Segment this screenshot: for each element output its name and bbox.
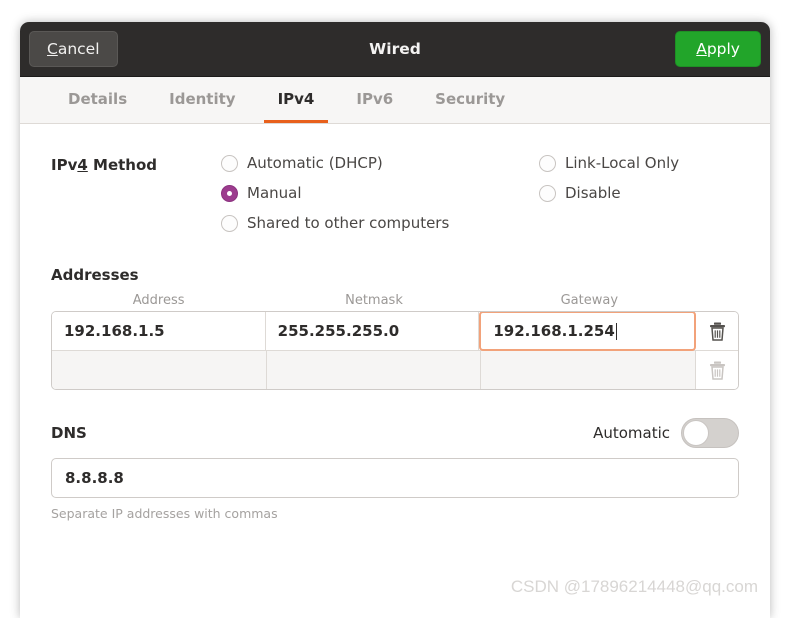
cancel-label-rest: ancel (57, 40, 100, 58)
radio-manual-label: Manual (247, 184, 302, 202)
radio-disable-label: Disable (565, 184, 621, 202)
table-row (52, 350, 738, 389)
dns-servers-value: 8.8.8.8 (65, 469, 124, 487)
ipv4-settings-panel: IPv4 Method Automatic (DHCP) Manual Shar… (20, 124, 770, 618)
radio-disable[interactable]: Disable (539, 184, 679, 202)
radio-link-local-only[interactable]: Link-Local Only (539, 154, 679, 172)
text-cursor (615, 322, 617, 340)
column-header-netmask: Netmask (345, 293, 403, 308)
tab-details-label: Details (68, 89, 128, 108)
radio-link-local-label: Link-Local Only (565, 154, 680, 172)
addresses-table: 192.168.1.5 255.255.255.0 192.168.1.254 (51, 311, 739, 390)
tab-ipv4-label: IPv4 (277, 89, 315, 108)
delete-address-button-row1[interactable] (696, 312, 738, 350)
dns-section: DNS Automatic 8.8.8.8 Separate IP addres… (51, 418, 739, 521)
cancel-mnemonic: C (47, 40, 58, 58)
dns-hint-text: Separate IP addresses with commas (51, 506, 278, 521)
tab-identity[interactable]: Identity (155, 77, 249, 123)
screen: Cancel Wired Apply Details Identity IPv4… (0, 0, 799, 618)
window-title: Wired (369, 40, 421, 58)
ipv4-method-options: Automatic (DHCP) Manual Shared to other … (221, 154, 739, 244)
ipv4-method-options-left: Automatic (DHCP) Manual Shared to other … (221, 154, 539, 244)
radio-manual[interactable]: Manual (221, 184, 539, 202)
tab-details[interactable]: Details (54, 77, 141, 123)
addresses-column-headers: Address Netmask Gateway (51, 293, 739, 308)
ipv4-method-label-after: Method (87, 156, 158, 174)
gateway-value-row1: 192.168.1.254 (493, 322, 615, 340)
radio-mark-icon (539, 154, 556, 172)
network-settings-window: Cancel Wired Apply Details Identity IPv4… (20, 22, 770, 618)
ipv4-method-row: IPv4 Method Automatic (DHCP) Manual Shar… (51, 154, 739, 244)
radio-mark-icon (539, 184, 556, 202)
address-input-row2[interactable] (52, 351, 267, 389)
tab-identity-label: Identity (169, 89, 236, 108)
trash-icon (709, 322, 725, 341)
tab-ipv6[interactable]: IPv6 (342, 77, 407, 123)
dns-header-row: DNS Automatic (51, 418, 739, 448)
apply-mnemonic: A (696, 40, 707, 58)
netmask-input-row1[interactable]: 255.255.255.0 (265, 312, 480, 350)
toggle-knob (683, 420, 709, 446)
ipv4-method-mnemonic: 4 (77, 156, 88, 174)
dns-title: DNS (51, 424, 87, 442)
column-header-gateway: Gateway (560, 293, 619, 308)
addresses-title: Addresses (51, 266, 139, 284)
tab-bar: Details Identity IPv4 IPv6 Security (20, 77, 770, 124)
dns-servers-input[interactable]: 8.8.8.8 (51, 458, 739, 498)
apply-label-rest: pply (706, 40, 740, 58)
ipv4-method-label: IPv4 Method (51, 154, 221, 174)
netmask-value-row1: 255.255.255.0 (277, 322, 400, 340)
tab-security-label: Security (435, 89, 506, 108)
window-headerbar: Cancel Wired Apply (20, 22, 770, 77)
delete-address-button-row2[interactable] (696, 351, 738, 389)
column-header-address: Address (132, 293, 185, 308)
radio-automatic-dhcp[interactable]: Automatic (DHCP) (221, 154, 539, 172)
ipv4-method-label-before: IPv (51, 156, 78, 174)
trash-icon (709, 361, 725, 380)
radio-shared-label: Shared to other computers (247, 214, 450, 232)
address-value-row1: 192.168.1.5 (64, 322, 165, 340)
tab-security[interactable]: Security (421, 77, 519, 123)
dns-automatic-toggle[interactable] (681, 418, 739, 448)
gateway-input-row2[interactable] (481, 351, 697, 389)
table-row: 192.168.1.5 255.255.255.0 192.168.1.254 (52, 312, 738, 351)
ipv4-method-options-right: Link-Local Only Disable (539, 154, 679, 244)
radio-mark-icon (221, 154, 238, 172)
dns-automatic-label: Automatic (593, 424, 670, 442)
gateway-input-row1[interactable]: 192.168.1.254 (479, 312, 697, 351)
radio-mark-selected-icon (221, 184, 238, 202)
watermark: CSDN @17896214448@qq.com (510, 577, 758, 596)
address-input-row1[interactable]: 192.168.1.5 (52, 312, 266, 350)
netmask-input-row2[interactable] (266, 351, 482, 389)
radio-mark-icon (221, 214, 238, 232)
tab-ipv4[interactable]: IPv4 (263, 77, 329, 123)
dns-automatic-group: Automatic (593, 418, 739, 448)
radio-shared-to-other-computers[interactable]: Shared to other computers (221, 214, 539, 232)
cancel-button[interactable]: Cancel (29, 31, 118, 67)
addresses-section: Addresses Address Netmask Gateway 192.16… (51, 266, 739, 390)
apply-button[interactable]: Apply (675, 31, 761, 67)
radio-automatic-dhcp-label: Automatic (DHCP) (247, 154, 383, 172)
tab-ipv6-label: IPv6 (356, 89, 394, 108)
